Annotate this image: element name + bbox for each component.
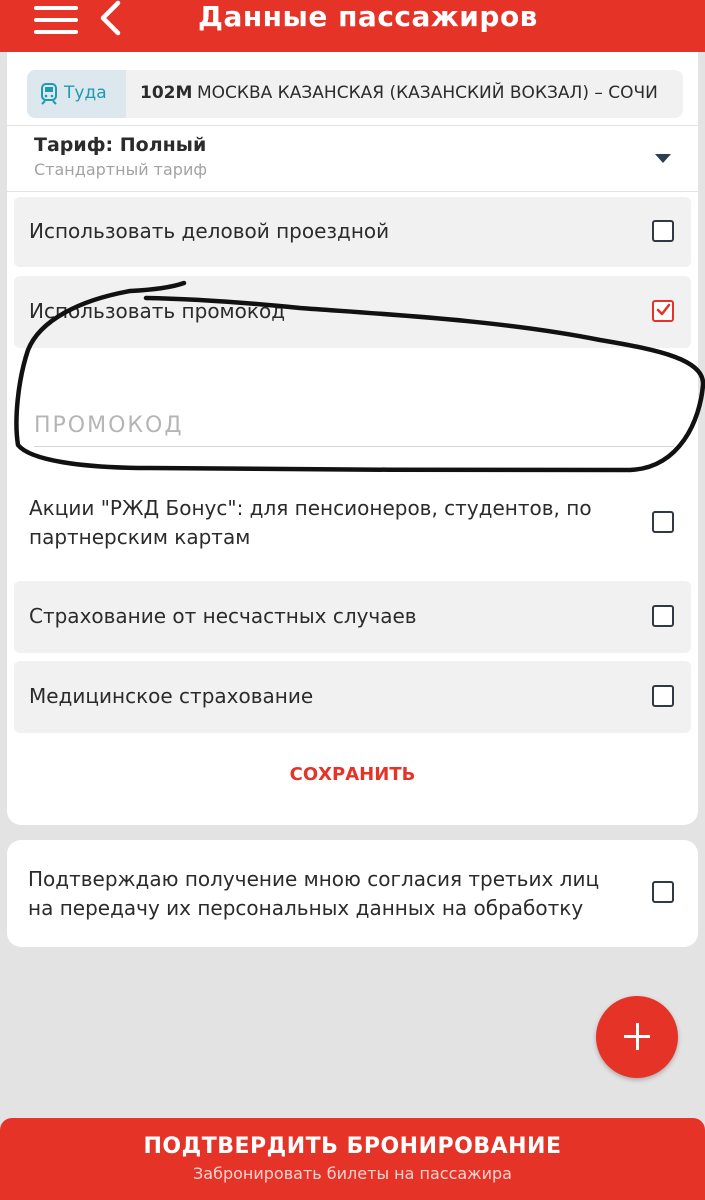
train-number: 102М bbox=[140, 83, 193, 103]
hamburger-menu-icon[interactable] bbox=[34, 4, 78, 36]
accident-insurance-checkbox[interactable] bbox=[652, 605, 674, 627]
add-passenger-button[interactable] bbox=[596, 996, 678, 1078]
option-label: Использовать деловой проездной bbox=[29, 219, 390, 243]
business-pass-checkbox[interactable] bbox=[652, 220, 674, 242]
option-rzd-bonus[interactable]: Акции "РЖД Бонус": для пенсионеров, студ… bbox=[14, 477, 691, 577]
option-promo-code[interactable]: Использовать промокод bbox=[14, 276, 691, 348]
direction-tag: Туда bbox=[27, 70, 126, 118]
tariff-sublabel: Стандартный тариф bbox=[34, 160, 208, 179]
consent-label: Подтверждаю получение мною согласия трет… bbox=[28, 867, 600, 920]
option-medical-insurance[interactable]: Медицинское страхование bbox=[14, 661, 691, 733]
promo-code-input[interactable] bbox=[34, 404, 674, 447]
rzd-bonus-checkbox[interactable] bbox=[652, 511, 674, 533]
caret-down-icon[interactable] bbox=[655, 154, 671, 163]
tariff-label: Тариф: Полный bbox=[34, 134, 207, 156]
promo-code-checkbox[interactable] bbox=[652, 300, 674, 322]
option-label: Страхование от несчастных случаев bbox=[29, 604, 417, 628]
passenger-form-card: Туда 102М МОСКВА КАЗАНСКАЯ (КАЗАНСКИЙ ВО… bbox=[7, 52, 698, 825]
checkmark-icon bbox=[656, 303, 671, 316]
page-title: Данные пассажиров bbox=[198, 0, 538, 33]
confirm-subtitle: Забронировать билеты на пассажира bbox=[193, 1164, 512, 1183]
option-label: Использовать промокод bbox=[29, 299, 286, 323]
train-icon bbox=[41, 83, 57, 105]
route-stations: МОСКВА КАЗАНСКАЯ (КАЗАНСКИЙ ВОКЗАЛ) – СО… bbox=[197, 83, 658, 103]
divider bbox=[7, 125, 698, 126]
confirm-title: ПОДТВЕРДИТЬ БРОНИРОВАНИЕ bbox=[143, 1134, 562, 1159]
app-header: Данные пассажиров bbox=[0, 0, 705, 52]
save-button[interactable]: СОХРАНИТЬ bbox=[7, 764, 698, 785]
consent-checkbox[interactable] bbox=[652, 881, 674, 903]
direction-label: Туда bbox=[64, 83, 107, 103]
option-business-pass[interactable]: Использовать деловой проездной bbox=[14, 197, 691, 267]
consent-card[interactable]: Подтверждаю получение мною согласия трет… bbox=[7, 840, 698, 947]
route-info: Туда 102М МОСКВА КАЗАНСКАЯ (КАЗАНСКИЙ ВО… bbox=[27, 70, 683, 118]
divider bbox=[7, 191, 698, 192]
option-accident-insurance[interactable]: Страхование от несчастных случаев bbox=[14, 581, 691, 653]
chevron-left-icon[interactable] bbox=[96, 0, 126, 40]
confirm-booking-button[interactable]: ПОДТВЕРДИТЬ БРОНИРОВАНИЕ Забронировать б… bbox=[0, 1118, 705, 1200]
option-label: Акции "РЖД Бонус": для пенсионеров, студ… bbox=[29, 496, 592, 549]
option-label: Медицинское страхование bbox=[29, 684, 314, 708]
medical-insurance-checkbox[interactable] bbox=[652, 685, 674, 707]
